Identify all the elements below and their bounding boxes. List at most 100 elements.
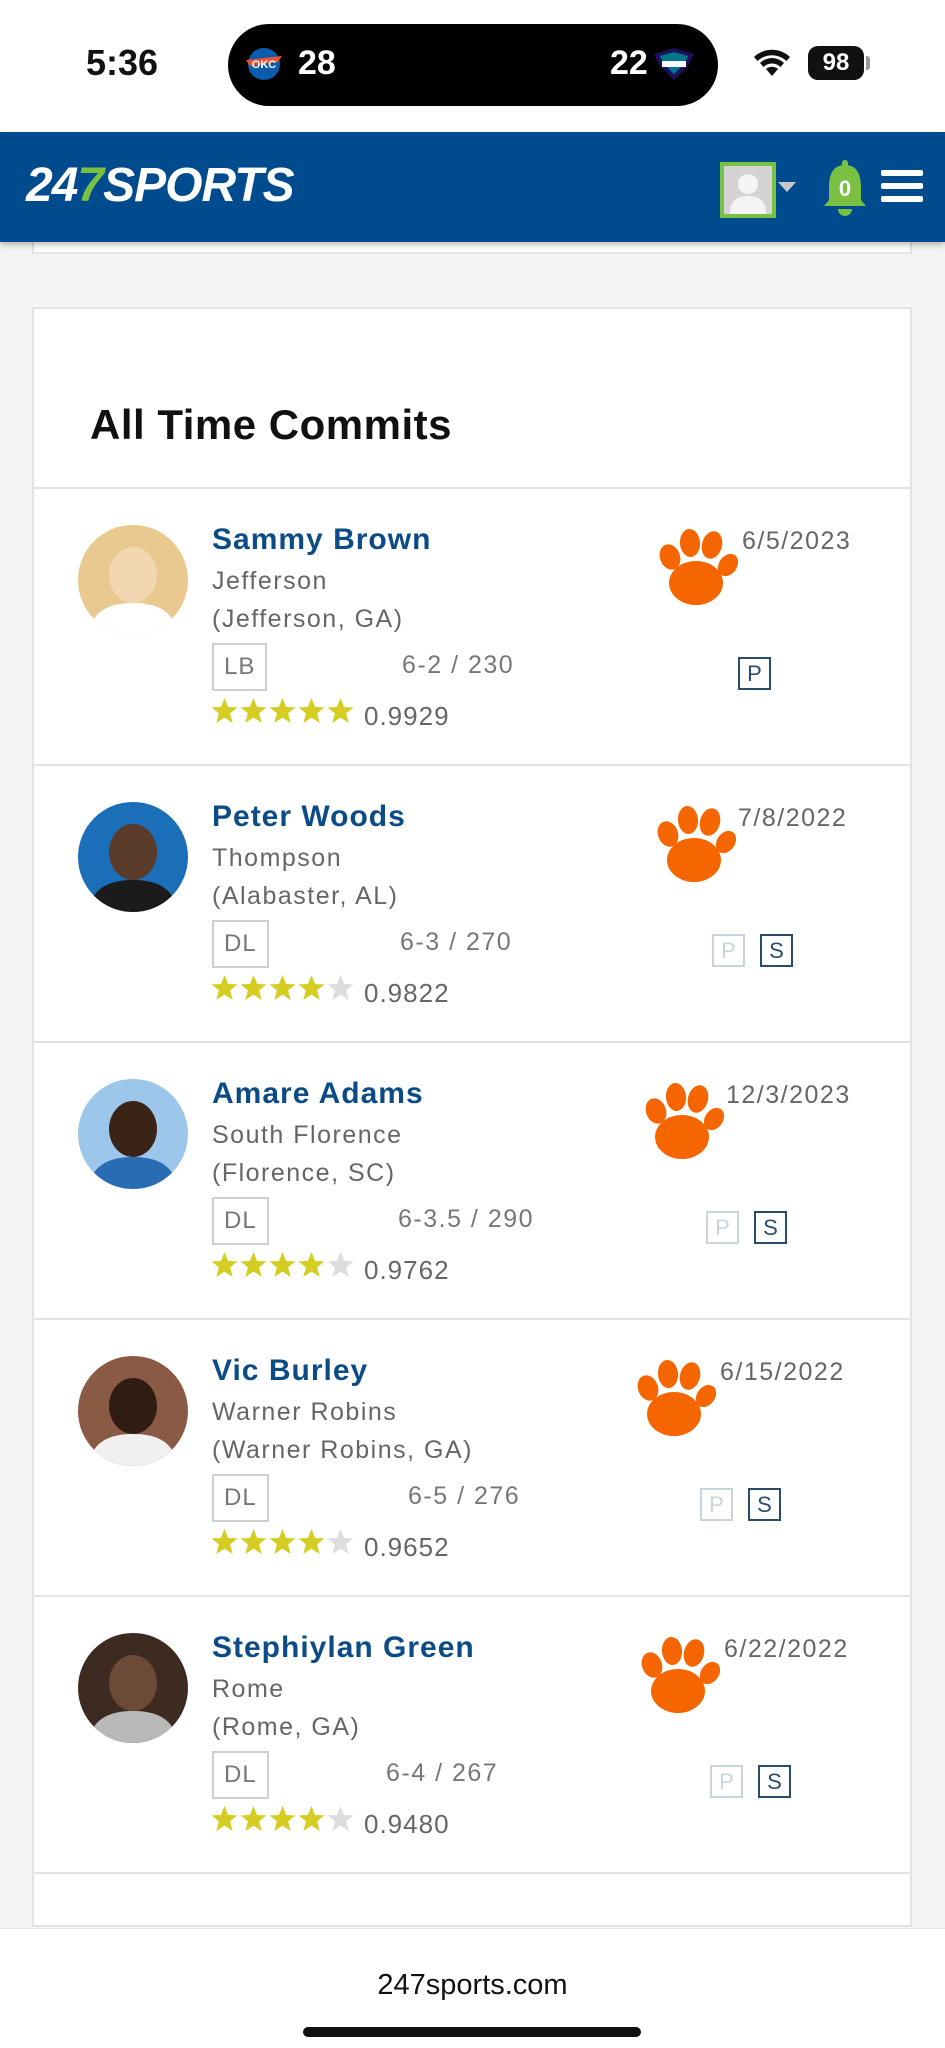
- live-activity-scoreboard[interactable]: OKC 28 22: [228, 24, 718, 106]
- star-rating: [210, 1251, 355, 1281]
- user-silhouette-icon: [724, 166, 772, 214]
- star-filled-icon: [269, 975, 296, 1000]
- commit-date: 6/5/2023: [742, 527, 852, 555]
- position-badge: LB: [212, 643, 268, 691]
- player-hometown: (Warner Robins, GA): [212, 1436, 473, 1464]
- all-time-commits-card: All Time Commits Sammy Brown Jefferson (Je…: [32, 307, 912, 1927]
- commit-row[interactable]: Stephiylan Green Rome (Rome, GA) DL 6-4 / 26…: [34, 1597, 910, 1874]
- clemson-paw-icon[interactable]: [634, 1633, 726, 1719]
- profile-s-badge[interactable]: S: [760, 934, 793, 967]
- player-school: South Florence: [212, 1121, 403, 1149]
- star-rating: [210, 974, 355, 1004]
- commit-row[interactable]: Sammy Brown Jefferson (Jefferson, GA) LB 6-2…: [34, 489, 910, 766]
- star-empty-icon: [327, 975, 354, 1000]
- star-filled-icon: [269, 1252, 296, 1277]
- star-filled-icon: [211, 1252, 238, 1277]
- profile-p-badge[interactable]: P: [710, 1765, 743, 1798]
- player-headshot: [78, 1356, 188, 1466]
- player-hometown: (Alabaster, AL): [212, 882, 399, 910]
- player-photo[interactable]: [78, 1079, 188, 1189]
- player-school: Rome: [212, 1675, 285, 1703]
- player-hometown: (Florence, SC): [212, 1159, 396, 1187]
- star-filled-icon: [298, 975, 325, 1000]
- star-empty-icon: [327, 1252, 354, 1277]
- player-photo[interactable]: [78, 525, 188, 635]
- star-filled-icon: [240, 1806, 267, 1831]
- status-time: 5:36: [86, 42, 159, 83]
- commit-date: 12/3/2023: [726, 1081, 851, 1109]
- player-headshot: [78, 1079, 188, 1189]
- player-headshot: [78, 1633, 188, 1743]
- player-headshot: [78, 525, 188, 635]
- url-text[interactable]: 247sports.com: [0, 1969, 945, 2002]
- player-hometown: (Rome, GA): [212, 1713, 361, 1741]
- star-filled-icon: [211, 698, 238, 723]
- wifi-icon: [754, 49, 790, 76]
- star-filled-icon: [269, 1806, 296, 1831]
- star-empty-icon: [327, 1806, 354, 1831]
- height-weight: 6-3 / 270: [400, 928, 513, 956]
- position-badge: DL: [212, 1474, 269, 1522]
- player-photo[interactable]: [78, 802, 188, 912]
- player-name-link[interactable]: Peter Woods: [212, 800, 406, 834]
- profile-p-badge[interactable]: P: [712, 934, 745, 967]
- battery-tip: [866, 56, 870, 70]
- profile-s-badge[interactable]: S: [748, 1488, 781, 1521]
- star-filled-icon: [298, 1252, 325, 1277]
- height-weight: 6-4 / 267: [386, 1759, 499, 1787]
- battery-indicator: 98: [808, 46, 864, 80]
- user-avatar-button[interactable]: [720, 162, 776, 218]
- home-score: 22: [610, 44, 648, 82]
- position-badge: DL: [212, 1751, 269, 1799]
- player-name-link[interactable]: Sammy Brown: [212, 523, 431, 557]
- star-filled-icon: [269, 698, 296, 723]
- hamburger-menu-icon[interactable]: [881, 170, 923, 206]
- star-filled-icon: [298, 698, 325, 723]
- home-indicator[interactable]: [303, 2027, 641, 2037]
- profile-s-badge[interactable]: S: [758, 1765, 791, 1798]
- height-weight: 6-5 / 276: [408, 1482, 521, 1510]
- star-filled-icon: [211, 975, 238, 1000]
- commit-date: 6/15/2022: [720, 1358, 845, 1386]
- chevron-down-icon[interactable]: [778, 182, 796, 192]
- commit-date: 6/22/2022: [724, 1635, 849, 1663]
- star-filled-icon: [240, 698, 267, 723]
- profile-p-badge[interactable]: P: [706, 1211, 739, 1244]
- player-name-link[interactable]: Vic Burley: [212, 1354, 368, 1388]
- thunder-logo-icon: OKC: [246, 48, 282, 80]
- player-name-link[interactable]: Amare Adams: [212, 1077, 424, 1111]
- star-rating: [210, 1805, 355, 1835]
- star-empty-icon: [327, 1529, 354, 1554]
- logo-suffix: SPORTS: [103, 159, 294, 212]
- composite-rating: 0.9480: [364, 1809, 450, 1839]
- star-filled-icon: [211, 1529, 238, 1554]
- status-bar: 5:36 OKC 28 22 98: [0, 0, 945, 132]
- clemson-paw-icon[interactable]: [652, 525, 744, 611]
- clemson-paw-icon[interactable]: [638, 1079, 730, 1165]
- profile-s-badge[interactable]: S: [754, 1211, 787, 1244]
- svg-text:OKC: OKC: [252, 59, 277, 71]
- logo-seven: 7: [77, 159, 104, 212]
- commit-row[interactable]: Amare Adams South Florence (Florence, SC) D…: [34, 1043, 910, 1320]
- composite-rating: 0.9652: [364, 1532, 450, 1562]
- profile-p-badge[interactable]: P: [700, 1488, 733, 1521]
- player-name-link[interactable]: Stephiylan Green: [212, 1631, 475, 1665]
- away-score: 28: [298, 44, 336, 82]
- 247sports-logo[interactable]: 247SPORTS: [26, 158, 295, 213]
- commit-row[interactable]: Peter Woods Thompson (Alabaster, AL) DL 6-3 …: [34, 766, 910, 1043]
- star-filled-icon: [211, 1806, 238, 1831]
- profile-p-badge[interactable]: P: [738, 657, 771, 690]
- clemson-paw-icon[interactable]: [630, 1356, 722, 1442]
- commit-row[interactable]: Vic Burley Warner Robins (Warner Robins, G…: [34, 1320, 910, 1597]
- star-filled-icon: [298, 1529, 325, 1554]
- player-hometown: (Jefferson, GA): [212, 605, 404, 633]
- notification-count: 0: [838, 176, 852, 201]
- player-headshot: [78, 802, 188, 912]
- browser-bottom-bar: 247sports.com: [0, 1928, 945, 2048]
- composite-rating: 0.9762: [364, 1255, 450, 1285]
- star-filled-icon: [269, 1529, 296, 1554]
- player-photo[interactable]: [78, 1356, 188, 1466]
- height-weight: 6-3.5 / 290: [398, 1205, 535, 1233]
- clemson-paw-icon[interactable]: [650, 802, 742, 888]
- player-photo[interactable]: [78, 1633, 188, 1743]
